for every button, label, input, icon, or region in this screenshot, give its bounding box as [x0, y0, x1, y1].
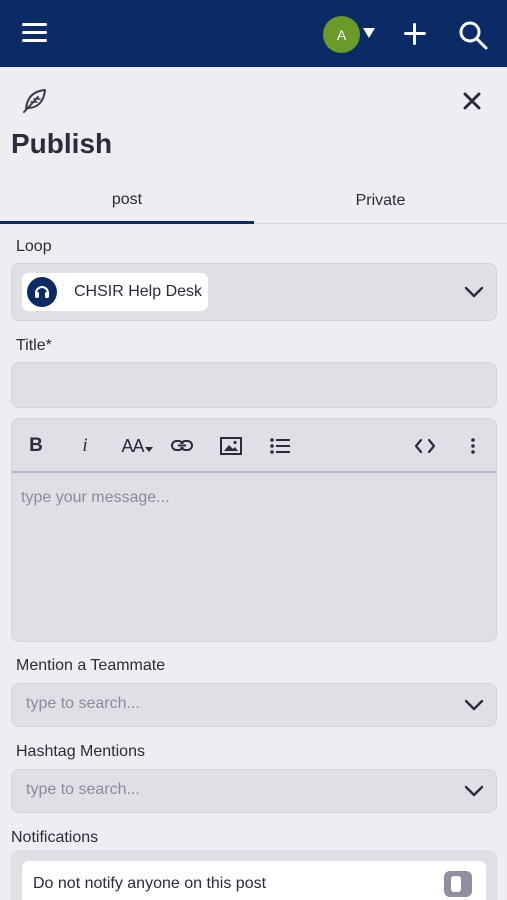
italic-icon[interactable]: i — [78, 433, 92, 459]
menu-icon[interactable] — [22, 22, 48, 44]
plus-icon[interactable] — [404, 23, 426, 45]
editor-toolbar: B i AA — [12, 419, 496, 473]
hashtag-label: Hashtag Mentions — [16, 743, 145, 760]
headset-icon — [27, 277, 57, 307]
more-icon[interactable] — [469, 433, 477, 459]
notify-toggle[interactable] — [444, 871, 472, 897]
page-title: Publish — [11, 128, 113, 159]
search-icon[interactable] — [458, 20, 488, 50]
close-icon[interactable] — [461, 90, 483, 112]
tab-bar: post Private — [0, 178, 507, 224]
title-label: Title* — [16, 337, 52, 354]
bulleted-list-icon[interactable] — [269, 433, 291, 459]
font-size-icon[interactable]: AA — [120, 433, 154, 459]
avatar[interactable]: A — [323, 16, 360, 53]
mention-select[interactable]: type to search... — [11, 683, 497, 727]
loop-value: CHSIR Help Desk — [74, 283, 203, 300]
notify-option-label: Do not notify anyone on this post — [33, 875, 267, 892]
hashtag-placeholder: type to search... — [26, 781, 140, 798]
chevron-down-icon[interactable] — [464, 699, 484, 711]
title-input[interactable] — [11, 362, 497, 408]
caret-down-icon[interactable] — [363, 28, 375, 38]
image-icon[interactable] — [220, 433, 242, 459]
hashtag-select[interactable]: type to search... — [11, 769, 497, 813]
loop-label: Loop — [16, 238, 52, 255]
leaf-icon — [23, 89, 46, 113]
mention-label: Mention a Teammate — [16, 657, 166, 674]
message-editor[interactable]: B i AA type your message... — [11, 418, 497, 642]
top-bar: A — [0, 0, 507, 67]
loop-chip[interactable]: CHSIR Help Desk — [22, 273, 208, 311]
loop-select[interactable]: CHSIR Help Desk — [11, 263, 497, 321]
code-icon[interactable] — [414, 433, 436, 459]
editor-placeholder: type your message... — [21, 489, 170, 506]
chevron-down-icon[interactable] — [464, 785, 484, 797]
chevron-down-icon[interactable] — [464, 286, 484, 298]
notifications-label: Notifications — [11, 829, 99, 846]
notify-option-row[interactable]: Do not notify anyone on this post — [22, 861, 486, 900]
mention-placeholder: type to search... — [26, 695, 140, 712]
link-icon[interactable] — [170, 433, 194, 459]
tab-private[interactable]: Private — [254, 178, 507, 224]
caret-down-icon — [144, 446, 153, 452]
bold-icon[interactable]: B — [26, 433, 46, 459]
notifications-panel: Do not notify anyone on this post — [11, 850, 497, 900]
tab-post[interactable]: post — [0, 178, 254, 224]
font-size-text: AA — [121, 435, 144, 456]
